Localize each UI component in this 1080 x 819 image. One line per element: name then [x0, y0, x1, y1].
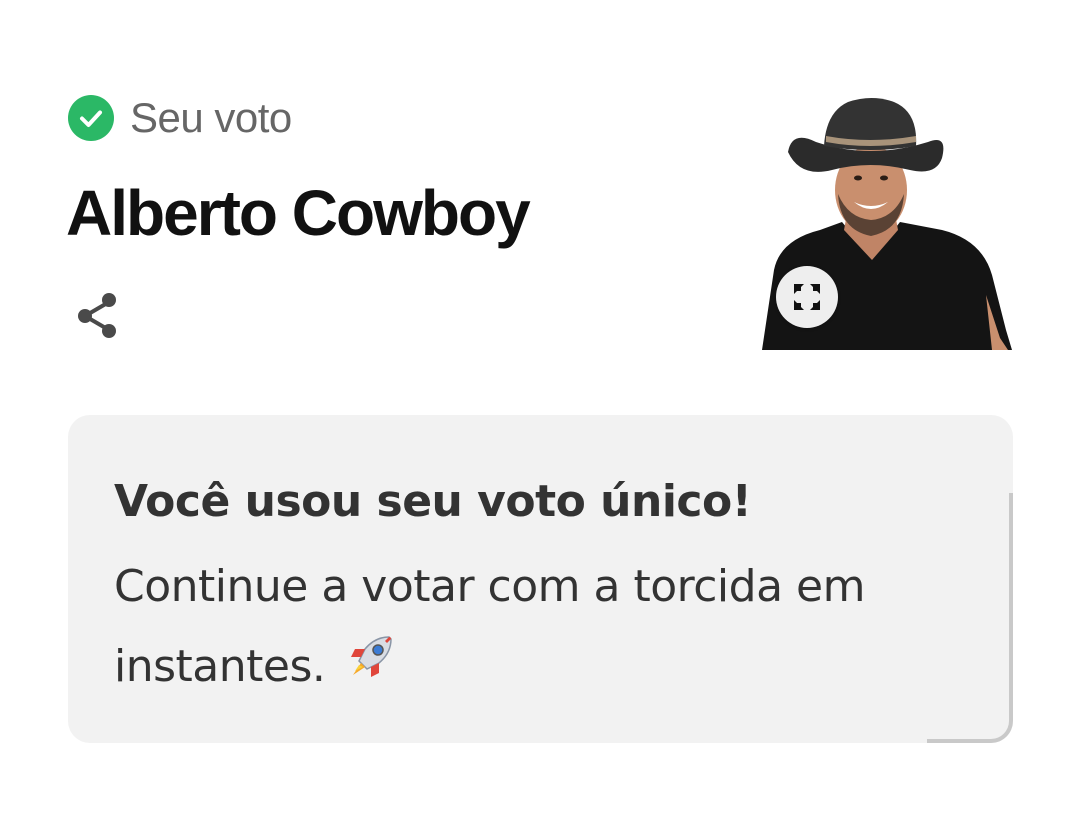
- share-icon: [78, 293, 116, 338]
- check-circle-icon: [68, 95, 114, 141]
- vote-status: Seu voto: [68, 94, 292, 142]
- vote-confirmation-page: Seu voto Alberto Cowboy Você usou seu vo…: [0, 0, 1080, 819]
- candidate-name: Alberto Cowboy: [66, 177, 531, 249]
- notice-body: Continue a votar com a torcida em instan…: [114, 547, 874, 709]
- unique-vote-notice: Você usou seu voto único! Continue a vot…: [68, 415, 1013, 743]
- notice-body-text: Continue a votar com a torcida em instan…: [114, 561, 865, 692]
- expand-photo-button[interactable]: [776, 266, 838, 328]
- notice-title: Você usou seu voto único!: [114, 476, 752, 527]
- status-label: Seu voto: [130, 94, 292, 141]
- rocket-icon: [345, 629, 397, 709]
- expand-icon: [794, 284, 820, 310]
- share-button[interactable]: [72, 290, 122, 340]
- faded-header-text: [680, 0, 960, 32]
